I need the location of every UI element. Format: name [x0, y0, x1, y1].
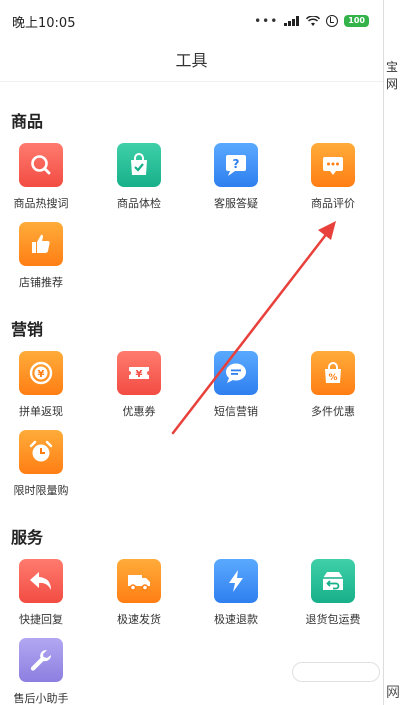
tool-label: 商品评价: [311, 197, 355, 210]
tool-sms-marketing[interactable]: 短信营销: [191, 351, 281, 419]
tool-group-cashback[interactable]: ¥ 拼单返现: [0, 351, 86, 419]
background-text-fragment: 宝网: [386, 60, 399, 91]
tool-express-refund[interactable]: 极速退款: [191, 559, 281, 627]
svg-text:?: ?: [233, 157, 240, 171]
tool-label: 商品热搜词: [13, 197, 69, 210]
tool-coupon[interactable]: ¥ 优惠券: [94, 351, 184, 419]
tool-label: 极速退款: [214, 613, 258, 626]
background-window-edge: 宝网 网: [383, 0, 404, 705]
section-title-service: 服务: [11, 528, 44, 547]
tool-label: 售后小助手: [13, 692, 69, 705]
tool-label: 限时限量购: [13, 484, 69, 497]
navigation-bar: 工具: [0, 40, 383, 82]
tool-label: 店铺推荐: [19, 276, 63, 289]
tool-label: 多件优惠: [311, 405, 355, 418]
search-icon: [19, 143, 63, 187]
baidu-watermark-logo: [292, 658, 380, 694]
percent-bag-icon: %: [311, 351, 355, 395]
tool-shop-recommend[interactable]: 店铺推荐: [0, 222, 86, 290]
tool-express-shipping[interactable]: 极速发货: [94, 559, 184, 627]
shopping-bag-check-icon: [117, 143, 161, 187]
tool-label: 短信营销: [214, 405, 258, 418]
svg-text:¥: ¥: [38, 369, 45, 380]
wifi-icon: [306, 15, 321, 26]
return-box-icon: [311, 559, 355, 603]
tool-label: 拼单返现: [19, 405, 63, 418]
tool-return-shipping-insurance[interactable]: 退货包运费: [288, 559, 378, 627]
tool-after-sales-assistant[interactable]: 售后小助手: [0, 638, 86, 705]
tool-goods-checkup[interactable]: 商品体检: [94, 143, 184, 211]
section-title-goods: 商品: [11, 112, 44, 131]
tool-multi-item-discount[interactable]: % 多件优惠: [288, 351, 378, 419]
tool-goods-hot-search[interactable]: 商品热搜词: [0, 143, 86, 211]
svg-text:¥: ¥: [136, 369, 143, 380]
tool-quick-reply[interactable]: 快捷回复: [0, 559, 86, 627]
section-title-marketing: 营销: [11, 320, 44, 339]
svg-text:%: %: [328, 373, 337, 383]
tool-label: 快捷回复: [19, 613, 63, 626]
tool-flash-sale[interactable]: 限时限量购: [0, 430, 86, 498]
battery-icon: 100: [344, 15, 369, 27]
tool-label: 客服答疑: [214, 197, 258, 210]
reply-arrow-icon: [19, 559, 63, 603]
alarm-status-icon: [326, 15, 339, 27]
alarm-clock-icon: [19, 430, 63, 474]
sms-icon: [214, 351, 258, 395]
comment-icon: [311, 143, 355, 187]
phone-screen: 晚上10:05 ••• 100 工具 商品 商品热搜词 商品体检 ? 客服答疑 …: [0, 0, 383, 705]
wrench-icon: [19, 638, 63, 682]
status-bar: 晚上10:05 ••• 100: [0, 8, 383, 36]
tool-label: 商品体检: [117, 197, 161, 210]
yuan-coin-icon: ¥: [19, 351, 63, 395]
tool-label: 优惠券: [122, 405, 156, 418]
status-time: 晚上10:05: [12, 16, 76, 31]
tool-goods-review[interactable]: 商品评价: [288, 143, 378, 211]
thumbs-up-icon: [19, 222, 63, 266]
tool-customer-service-qa[interactable]: ? 客服答疑: [191, 143, 281, 211]
page-title: 工具: [175, 51, 208, 70]
background-corner-fragment: 网: [386, 685, 400, 701]
signal-icon: [284, 16, 300, 26]
more-dots-icon: •••: [254, 14, 279, 28]
truck-icon: [117, 559, 161, 603]
coupon-icon: ¥: [117, 351, 161, 395]
question-chat-icon: ?: [214, 143, 258, 187]
tool-label: 退货包运费: [305, 613, 361, 626]
lightning-icon: [214, 559, 258, 603]
tool-label: 极速发货: [117, 613, 161, 626]
